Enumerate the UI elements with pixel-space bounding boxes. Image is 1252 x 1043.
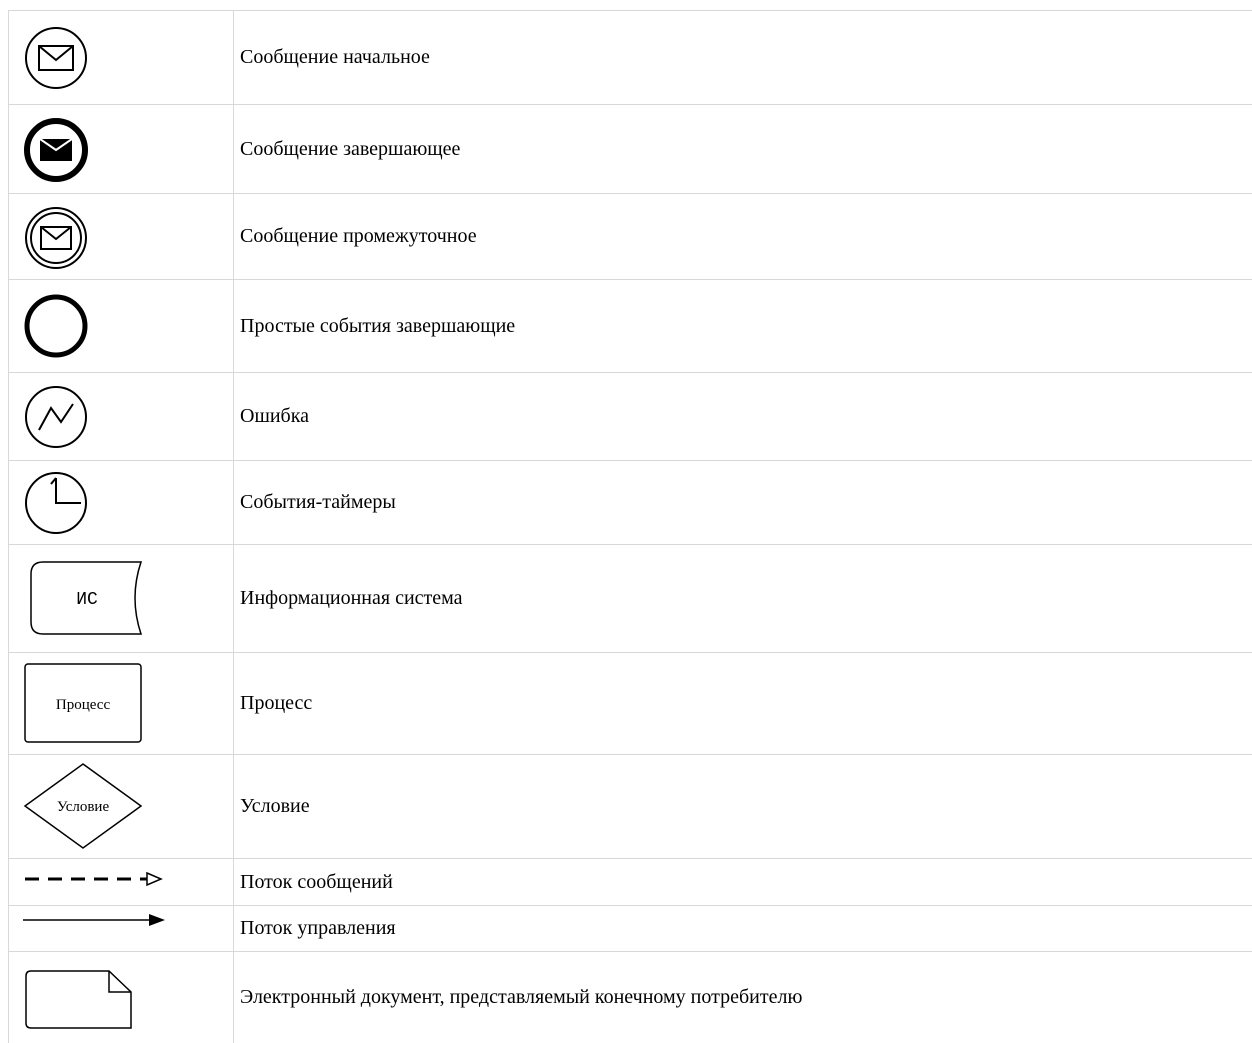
legend-row: ИС Информационная система [9,545,1252,653]
legend-symbol-cell [9,373,234,460]
legend-table: Сообщение начальное Сообщение завершающе… [8,10,1252,1043]
message-flow-icon [25,871,163,887]
legend-label: Процесс [240,692,313,714]
legend-label: Ошибка [240,405,310,427]
legend-label: Поток сообщений [240,870,393,893]
end-event-icon [24,294,88,358]
legend-symbol-cell [9,105,234,193]
legend-row: Сообщение промежуточное [9,194,1252,280]
legend-row: Сообщение завершающее [9,105,1252,194]
information-system-label: ИС [76,590,98,610]
legend-label: Поток управления [240,917,396,939]
information-system-icon: ИС [30,561,143,635]
legend-label: Информационная система [240,587,463,609]
legend-symbol-cell [9,906,234,951]
legend-row: Поток управления [9,906,1252,952]
legend-label: Сообщение промежуточное [240,225,477,247]
legend-row: Ошибка [9,373,1252,461]
legend-row: Сообщение начальное [9,11,1252,105]
legend-row: Простые события завершающие [9,280,1252,373]
control-flow-icon [23,914,165,926]
error-event-icon [25,386,87,448]
end-message-event-icon [24,118,88,182]
process-icon: Процесс [24,663,142,743]
legend-symbol-cell [9,280,234,372]
legend-label: Сообщение начальное [240,46,430,68]
legend-label: Электронный документ, представляемый кон… [240,986,803,1008]
legend-label: События-таймеры [240,491,396,513]
condition-label: Условие [57,799,110,815]
timer-event-icon [25,472,87,534]
legend-row: Электронный документ, представляемый кон… [9,952,1252,1043]
legend-symbol-cell [9,952,234,1043]
legend-symbol-cell [9,461,234,544]
legend-label: Условие [240,795,310,817]
legend-symbol-cell [9,11,234,104]
legend-row: Условие Условие [9,755,1252,859]
legend-symbol-cell: Условие [9,755,234,858]
legend-label: Простые события завершающие [240,314,516,337]
legend-symbol-cell: ИС [9,545,234,652]
legend-row: События-таймеры [9,461,1252,545]
start-message-event-icon [25,27,87,89]
legend-symbol-cell: Процесс [9,653,234,754]
legend-row: Процесс Процесс [9,653,1252,755]
legend-label: Сообщение завершающее [240,137,461,160]
legend-row: Поток сообщений [9,859,1252,906]
process-label: Процесс [56,697,111,713]
intermediate-message-event-icon [25,207,87,269]
legend-symbol-cell [9,859,234,905]
legend-symbol-cell [9,194,234,279]
electronic-document-icon [25,970,132,1029]
condition-icon: Условие [23,763,143,849]
